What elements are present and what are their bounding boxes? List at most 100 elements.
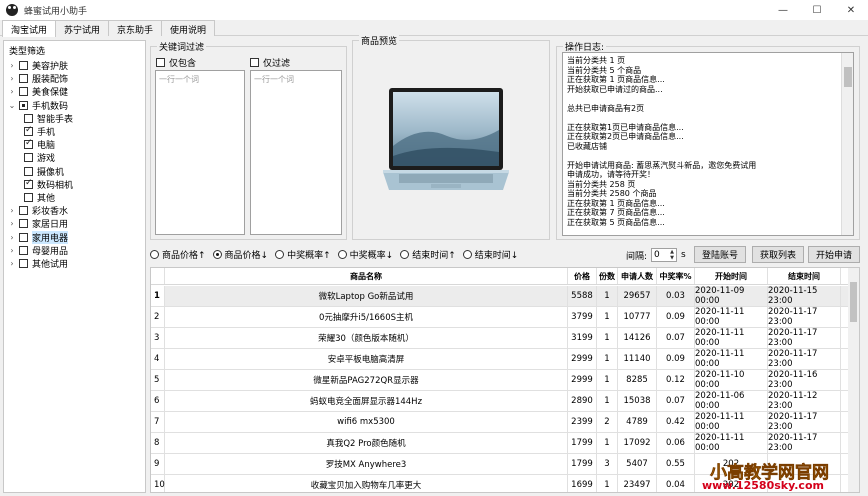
tree-item-checkbox[interactable] bbox=[24, 153, 33, 163]
exclude-keywords-textarea[interactable]: 一行一个词 bbox=[250, 70, 342, 235]
chevron-right-icon[interactable]: › bbox=[8, 233, 16, 242]
column-header[interactable]: 份数 bbox=[597, 268, 618, 284]
table-scrollbar-thumb[interactable] bbox=[850, 282, 857, 322]
tree-item-12[interactable]: › 家居日用 bbox=[8, 217, 68, 230]
table-row[interactable]: 4 安卓平板电脑高清屏 2999 1 11140 0.09 2020-11-11 00:00… bbox=[151, 349, 849, 370]
table-row[interactable]: 6 蚂蚁电竞全面屏显示器144Hz 2890 1 15038 0.07 2020-11-06… bbox=[151, 391, 849, 412]
tree-item-checkbox[interactable] bbox=[19, 232, 28, 242]
radio-button[interactable] bbox=[212, 250, 222, 259]
table-row[interactable]: 5 微星新品PAG272QR显示器 2999 1 8285 0.12 2020-11-10 … bbox=[151, 370, 849, 391]
tree-item-13[interactable]: › 家用电器 bbox=[8, 230, 69, 244]
tree-item-checkbox[interactable] bbox=[19, 74, 28, 84]
chevron-right-icon[interactable]: › bbox=[8, 246, 16, 255]
table-cell: 0.09 bbox=[657, 307, 695, 327]
radio-button[interactable] bbox=[275, 250, 285, 259]
table-row[interactable]: 1 微软Laptop Go新品试用 5588 1 29657 0.03 2020-11-09… bbox=[151, 286, 849, 307]
tree-item-14[interactable]: › 母婴用品 bbox=[8, 244, 68, 257]
table-row[interactable]: 7 wifi6 mx5300 2399 2 4789 0.42 2020-11-11 00:… bbox=[151, 412, 849, 433]
tree-item-7[interactable]: 游戏 bbox=[24, 151, 55, 164]
exclude-only-checkbox[interactable]: 仅过滤 bbox=[250, 56, 290, 69]
chevron-right-icon[interactable]: › bbox=[8, 259, 16, 268]
radio-button[interactable] bbox=[337, 250, 347, 259]
tree-item-6[interactable]: 电脑 bbox=[24, 138, 55, 151]
tree-item-checkbox[interactable] bbox=[24, 113, 33, 123]
tree-item-checkbox[interactable] bbox=[19, 206, 28, 216]
sort-option-5[interactable]: 结束时间↓ bbox=[462, 248, 518, 261]
tree-item-checkbox[interactable] bbox=[19, 245, 28, 255]
tree-item-15[interactable]: › 其他试用 bbox=[8, 257, 68, 270]
tree-item-checkbox[interactable] bbox=[19, 219, 28, 229]
tree-item-checkbox[interactable] bbox=[19, 259, 28, 268]
tree-item-checkbox[interactable] bbox=[24, 125, 33, 136]
tab-jd-helper[interactable]: 京东助手 bbox=[108, 20, 163, 36]
tree-item-3[interactable]: ⌄ 手机数码 bbox=[8, 99, 68, 112]
sort-option-3[interactable]: 中奖概率↓ bbox=[337, 248, 393, 261]
sort-option-0[interactable]: 商品价格↑ bbox=[150, 248, 206, 261]
column-header[interactable]: 申请人数 bbox=[618, 268, 657, 284]
log-scrollbar[interactable] bbox=[841, 53, 853, 235]
column-header[interactable]: 开始时间 bbox=[695, 268, 768, 284]
column-header[interactable]: 中奖率% bbox=[657, 268, 695, 284]
tree-item-2[interactable]: › 美食保健 bbox=[8, 85, 68, 98]
column-header[interactable]: 价格 bbox=[568, 268, 597, 284]
table-cell: 0元抽摩升i5/1660S主机 bbox=[165, 307, 568, 327]
tree-item-0[interactable]: › 美容护肤 bbox=[8, 59, 68, 72]
radio-button[interactable] bbox=[400, 250, 410, 259]
tree-item-checkbox[interactable] bbox=[24, 138, 33, 150]
interval-spinner[interactable]: 0 ▲ ▼ bbox=[651, 248, 678, 262]
chevron-right-icon[interactable]: › bbox=[8, 219, 16, 228]
tree-item-label: 智能手表 bbox=[37, 114, 74, 125]
tree-item-checkbox[interactable] bbox=[19, 61, 28, 70]
chevron-right-icon[interactable]: › bbox=[8, 206, 16, 215]
tree-item-10[interactable]: 其他 bbox=[24, 191, 55, 204]
tree-item-9[interactable]: 数码相机 bbox=[24, 178, 73, 191]
column-header[interactable]: 商品名称 bbox=[165, 268, 568, 284]
chevron-down-icon[interactable]: ⌄ bbox=[8, 101, 16, 110]
table-row[interactable]: 8 真我Q2 Pro颜色随机 1799 1 17092 0.06 2020-11-11 00… bbox=[151, 433, 849, 454]
table-row[interactable]: 2 0元抽摩升i5/1660S主机 3799 1 10777 0.09 2020-11-11… bbox=[151, 307, 849, 328]
tab-taobao-trial[interactable]: 淘宝试用 bbox=[2, 20, 57, 37]
tree-item-11[interactable]: › 彩妆香水 bbox=[8, 204, 68, 217]
fetch-list-button[interactable]: 获取列表 bbox=[752, 246, 804, 263]
sort-option-2[interactable]: 中奖概率↑ bbox=[275, 248, 331, 261]
chevron-right-icon[interactable]: › bbox=[8, 74, 16, 83]
tree-item-checkbox[interactable] bbox=[24, 178, 33, 189]
log-scrollbar-thumb[interactable] bbox=[844, 67, 852, 87]
include-checkbox-box[interactable] bbox=[156, 58, 165, 67]
sort-option-4[interactable]: 结束时间↑ bbox=[400, 248, 456, 261]
radio-button[interactable] bbox=[462, 250, 472, 259]
tree-item-checkbox[interactable] bbox=[19, 100, 28, 110]
sort-option-1[interactable]: 商品价格↓ bbox=[212, 248, 268, 261]
spinner-arrows-icon[interactable]: ▲ ▼ bbox=[668, 249, 676, 261]
table-cell: 2020-11-11 00:00 bbox=[695, 349, 768, 369]
chevron-right-icon[interactable]: › bbox=[8, 61, 16, 70]
row-number: 10 bbox=[151, 475, 165, 492]
include-only-checkbox[interactable]: 仅包含 bbox=[156, 56, 196, 69]
tab-suning-trial[interactable]: 苏宁试用 bbox=[55, 20, 110, 36]
maximize-button[interactable]: ☐ bbox=[800, 0, 834, 20]
start-apply-button[interactable]: 开始申请 bbox=[808, 246, 860, 263]
minimize-button[interactable]: — bbox=[766, 0, 800, 20]
exclude-checkbox-box[interactable] bbox=[250, 58, 259, 67]
tree-item-4[interactable]: 智能手表 bbox=[24, 112, 73, 125]
close-button[interactable]: ✕ bbox=[834, 0, 868, 20]
tree-item-checkbox[interactable] bbox=[19, 87, 28, 97]
tree-item-checkbox[interactable] bbox=[24, 193, 33, 202]
tab-instructions[interactable]: 使用说明 bbox=[161, 20, 216, 36]
log-line: 当前分类共 1 页 bbox=[567, 56, 626, 65]
tree-item-checkbox[interactable] bbox=[24, 166, 33, 176]
column-header[interactable]: 结束时间 bbox=[768, 268, 841, 284]
login-account-button[interactable]: 登陆账号 bbox=[694, 246, 746, 263]
chevron-right-icon[interactable]: › bbox=[8, 87, 16, 96]
sort-option-label: 商品价格↑ bbox=[162, 251, 206, 261]
tree-item-5[interactable]: 手机 bbox=[24, 125, 55, 138]
tree-item-8[interactable]: 摄像机 bbox=[24, 165, 64, 178]
include-keywords-textarea[interactable]: 一行一个词 bbox=[155, 70, 245, 235]
tree-item-label: 手机 bbox=[37, 128, 56, 138]
tree-item-1[interactable]: › 服装配饰 bbox=[8, 72, 68, 85]
operation-log-textarea[interactable]: 当前分类共 1 页当前分类共 5 个商品 正在获取第 1 页商品信息... 开始获取… bbox=[562, 52, 854, 236]
log-line: 正在获取第2页已申请商品信息... bbox=[567, 132, 684, 141]
radio-button[interactable] bbox=[150, 250, 159, 259]
table-row[interactable]: 3 荣耀30（颜色版本随机） 3199 1 14126 0.07 2020-11-11 00… bbox=[151, 328, 849, 349]
